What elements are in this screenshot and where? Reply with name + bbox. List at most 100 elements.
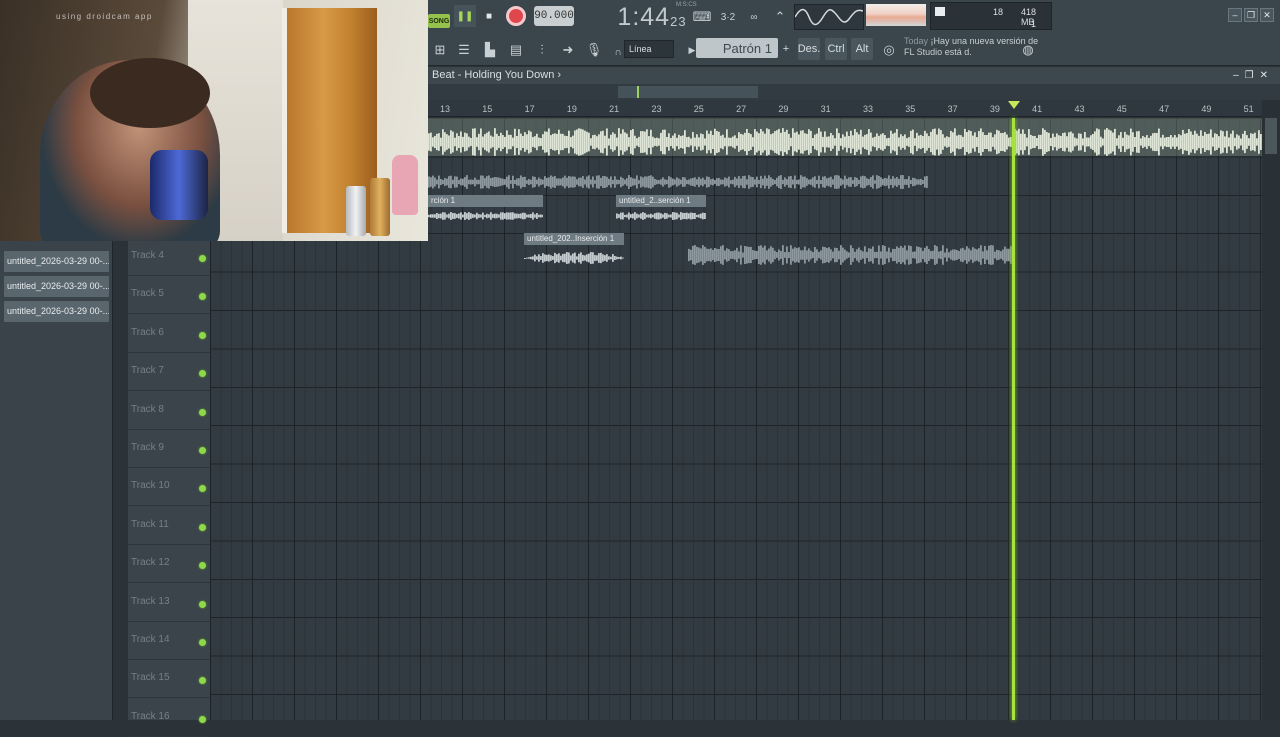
- track-header[interactable]: Track 12: [128, 545, 210, 584]
- track-header[interactable]: Track 14: [128, 622, 210, 660]
- typing-keyboard-icon[interactable]: ⌨: [690, 5, 714, 29]
- waveform-bar: [636, 175, 638, 189]
- waveform-bar: [1132, 132, 1134, 152]
- waveform-bar: [856, 132, 858, 152]
- waveform-bar: [466, 133, 468, 151]
- track-header[interactable]: Track 11: [128, 507, 210, 545]
- microphone-icon[interactable]: 🎙: [582, 38, 606, 62]
- restore-button[interactable]: ❐: [1244, 8, 1258, 22]
- track-header[interactable]: Track 15: [128, 660, 210, 699]
- browser-file-item[interactable]: untitled_2026-03-29 00-...: [4, 276, 109, 297]
- waveform-bar: [738, 251, 740, 259]
- track-mute-led[interactable]: [199, 408, 206, 416]
- track-mute-led[interactable]: [199, 639, 206, 646]
- track-mute-led[interactable]: [199, 370, 206, 378]
- waveform-bar: [562, 177, 564, 187]
- playlist-icon[interactable]: ☰: [452, 38, 476, 62]
- track-header[interactable]: Track 6: [128, 315, 210, 353]
- playlist-clips-area[interactable]: rción 1 untitled_2..serción 1: [428, 118, 1262, 241]
- waveform-bar: [650, 175, 652, 189]
- waveform-bar: [862, 251, 864, 259]
- track-mute-led[interactable]: [199, 255, 206, 262]
- track-mute-led[interactable]: [199, 715, 206, 723]
- alt-button[interactable]: Alt: [851, 38, 873, 60]
- track-header[interactable]: Track 8: [128, 392, 210, 430]
- browser-file-item[interactable]: untitled_2026-03-29 00-...: [4, 251, 109, 272]
- cpu-memory-monitor[interactable]: 18 418 MB 1: [930, 2, 1052, 30]
- waveform-bar: [640, 213, 642, 219]
- track-header[interactable]: Track 4: [128, 238, 210, 276]
- waveform-bar: [646, 176, 648, 188]
- waveform-bar: [952, 132, 954, 152]
- waveform-bar: [914, 138, 916, 146]
- playlist-overview-scrollbar[interactable]: [428, 84, 1280, 100]
- track-name: Track 11: [131, 518, 169, 530]
- timeline-ruler[interactable]: 13 15 17 19 21 23 25 27 29 31 33 35 37 39 41 43 45 47 49 51: [428, 100, 1280, 117]
- waveform-bar: [580, 252, 582, 264]
- record-button[interactable]: [506, 6, 526, 26]
- waveform-bar: [700, 178, 702, 186]
- waveform-bar: [794, 132, 796, 152]
- pattern-selector[interactable]: Patrón 1: [696, 38, 778, 58]
- stop-button[interactable]: ■: [478, 5, 500, 27]
- waveform-bar: [542, 134, 544, 150]
- tempo-display[interactable]: 90.000: [534, 6, 574, 26]
- track-mute-led[interactable]: [199, 600, 206, 608]
- mixer-icon[interactable]: ⫶: [530, 38, 554, 62]
- track-header[interactable]: Track 9: [128, 430, 210, 468]
- waveform-bar: [538, 137, 540, 147]
- hint-bar-icon[interactable]: ⊞: [428, 38, 452, 62]
- track-mute-led[interactable]: [199, 447, 206, 454]
- track-mute-led[interactable]: [199, 562, 206, 570]
- clip-header[interactable]: untitled_2..serción 1: [616, 195, 706, 207]
- waveform-bar: [564, 175, 566, 189]
- browser-file-item[interactable]: untitled_2026-03-29 00-...: [4, 301, 109, 322]
- add-pattern-button[interactable]: +: [780, 40, 792, 58]
- waveform-bar: [648, 136, 650, 148]
- overview-view-window[interactable]: [618, 86, 758, 98]
- track-mute-led[interactable]: [199, 485, 206, 493]
- waveform-bar: [494, 128, 496, 156]
- clip-header[interactable]: rción 1: [428, 195, 543, 207]
- playhead-line[interactable]: [1012, 118, 1015, 720]
- waveform-bar: [1158, 128, 1160, 156]
- waveform-bar: [844, 175, 846, 189]
- song-mode-button[interactable]: SONG: [428, 14, 450, 28]
- globe-icon[interactable]: ◍: [1016, 38, 1040, 62]
- piano-roll-icon[interactable]: ▙: [478, 38, 502, 62]
- minimize-button[interactable]: –: [1228, 8, 1242, 22]
- track-header[interactable]: Track 7: [128, 353, 210, 392]
- clip-header[interactable]: untitled_202..Inserción 1: [524, 233, 624, 245]
- playlist-title-bar[interactable]: Beat - Holding You Down › –❐✕: [428, 67, 1280, 84]
- ctrl-button[interactable]: Ctrl: [825, 38, 847, 60]
- track-mute-led[interactable]: [199, 677, 206, 685]
- close-button[interactable]: ✕: [1260, 8, 1274, 22]
- waveform-bar: [1174, 135, 1176, 149]
- track-header[interactable]: Track 13: [128, 584, 210, 622]
- metronome-icon[interactable]: ⌃: [768, 5, 792, 29]
- track-header[interactable]: Track 10: [128, 468, 210, 507]
- playback-position-marker[interactable]: [1008, 101, 1020, 109]
- waveform-bar: [506, 212, 508, 220]
- waveform-bar: [824, 131, 826, 153]
- waveform-bar: [472, 128, 474, 156]
- track-header[interactable]: Track 16: [128, 699, 210, 737]
- track-mute-led[interactable]: [199, 523, 206, 531]
- ruler-tick: 39: [989, 104, 1000, 114]
- channel-rack-icon[interactable]: ▤: [504, 38, 528, 62]
- pause-button[interactable]: ❚❚: [454, 5, 476, 27]
- vertical-scrollbar-thumb[interactable]: [1265, 118, 1277, 154]
- des-button[interactable]: Des.: [798, 38, 820, 60]
- waveform-bar: [892, 176, 894, 188]
- blend-notes-icon[interactable]: ∞: [742, 5, 766, 29]
- snap-mode-select[interactable]: Línea: [624, 40, 674, 58]
- plugin-picker-icon[interactable]: ➜: [556, 38, 580, 62]
- track-mute-led[interactable]: [199, 331, 206, 339]
- waveform-bar: [764, 175, 766, 189]
- playlist-window-controls[interactable]: –❐✕: [1233, 67, 1274, 84]
- track-mute-led[interactable]: [199, 293, 206, 301]
- track-header[interactable]: Track 5: [128, 276, 210, 315]
- online-news-icon[interactable]: ◎: [877, 38, 901, 62]
- vertical-scrollbar[interactable]: [1262, 100, 1280, 720]
- countdown-icon[interactable]: 3·2: [716, 5, 740, 29]
